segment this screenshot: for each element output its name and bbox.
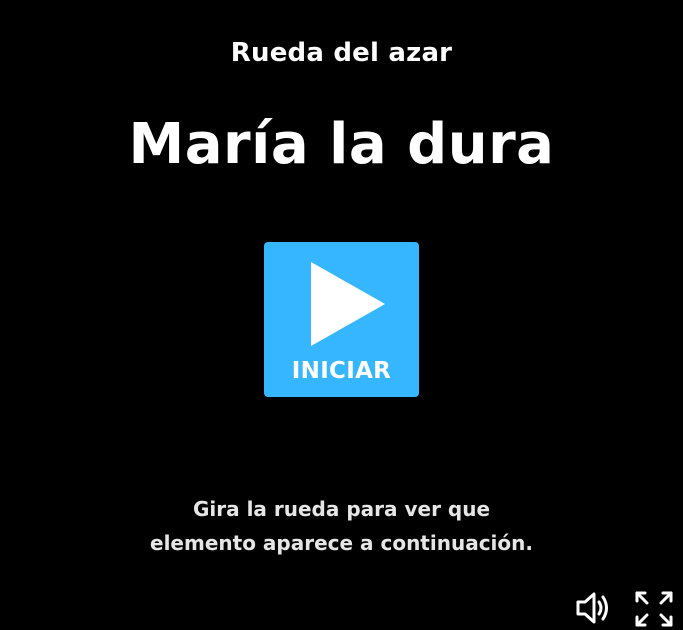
start-button-label: INICIAR bbox=[291, 358, 392, 384]
fullscreen-button[interactable] bbox=[634, 590, 674, 628]
speaker-icon bbox=[574, 590, 614, 626]
play-icon bbox=[309, 260, 389, 348]
instructions-line-2: elemento aparece a continuación. bbox=[150, 531, 533, 555]
activity-title: María la dura bbox=[128, 112, 555, 177]
activity-stage: Rueda del azar María la dura INICIAR Gir… bbox=[0, 0, 683, 630]
start-button[interactable]: INICIAR bbox=[264, 242, 419, 397]
fullscreen-icon bbox=[634, 590, 674, 628]
sound-button[interactable] bbox=[574, 590, 614, 626]
activity-type-label: Rueda del azar bbox=[230, 38, 453, 68]
instructions-text: Gira la rueda para ver que elemento apar… bbox=[0, 492, 683, 560]
instructions-line-1: Gira la rueda para ver que bbox=[192, 497, 491, 521]
